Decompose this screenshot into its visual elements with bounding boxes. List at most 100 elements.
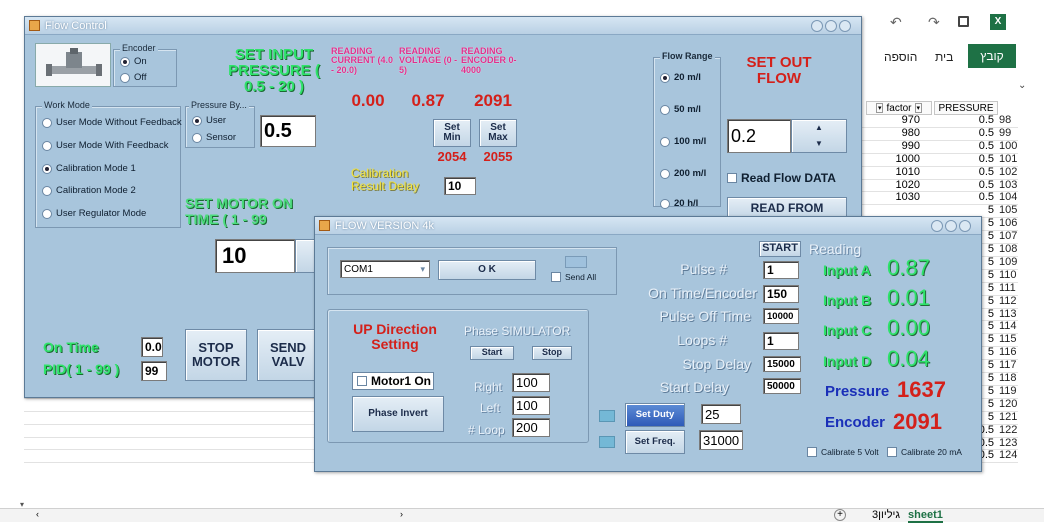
pressure-input[interactable]: 0.5 — [260, 115, 316, 147]
cell-factor[interactable]: 980 — [880, 127, 920, 139]
cell-pressure[interactable]: 0.5 — [950, 114, 994, 126]
column-header-factor[interactable]: ▾ factor ▾ — [866, 101, 932, 115]
close-icon[interactable] — [959, 220, 971, 232]
calibrate-5v-checkbox[interactable]: Calibrate 5 Volt — [807, 447, 879, 457]
row-number[interactable]: 113 — [999, 308, 1021, 320]
mode-user-with-feedback-radio[interactable]: User Mode With Feedback — [42, 140, 168, 151]
row-number[interactable]: 111 — [999, 282, 1021, 294]
cell-pressure[interactable]: 0.5 — [950, 191, 994, 203]
row-number[interactable]: 107 — [999, 230, 1021, 242]
start-delay-input[interactable]: 50000 — [763, 378, 801, 394]
flow-range-100ml-radio[interactable]: 100 m/l — [660, 136, 706, 147]
cell-pressure[interactable]: 0.5 — [950, 140, 994, 152]
filter-icon[interactable]: ▾ — [914, 103, 923, 113]
freq-input[interactable]: 31000 — [699, 430, 743, 450]
maximize-icon[interactable] — [945, 220, 957, 232]
excel-tab-insert[interactable]: הוספה — [884, 50, 917, 64]
cell-pressure[interactable]: 0.5 — [950, 127, 994, 139]
stop-motor-button[interactable]: STOP MOTOR — [185, 329, 247, 381]
cell-factor[interactable]: 990 — [880, 140, 920, 152]
pulse-off-time-input[interactable]: 10000 — [763, 308, 799, 324]
flow-range-20ml-radio[interactable]: 20 m/l — [660, 72, 701, 83]
row-number[interactable]: 123 — [999, 437, 1021, 449]
undo-icon[interactable]: ↶ — [890, 14, 902, 31]
close-icon[interactable] — [839, 20, 851, 32]
ok-button[interactable]: O K — [438, 260, 536, 280]
send-all-checkbox[interactable]: Send All — [551, 272, 596, 282]
cell-factor[interactable]: 1030 — [880, 191, 920, 203]
row-number[interactable]: 99 — [999, 127, 1021, 139]
row-number[interactable]: 112 — [999, 295, 1021, 307]
flow-range-20hl-radio[interactable]: 20 h/l — [660, 198, 698, 209]
cell-pressure[interactable]: 5 — [950, 204, 994, 216]
pid-input[interactable]: 99 — [141, 361, 167, 381]
sim-stop-button[interactable]: Stop — [532, 346, 572, 360]
motor1-on-checkbox[interactable]: Motor1 On — [352, 372, 434, 390]
minimize-icon[interactable] — [811, 20, 823, 32]
row-number[interactable]: 100 — [999, 140, 1021, 152]
cell-factor[interactable]: 1020 — [880, 179, 920, 191]
row-number[interactable]: 103 — [999, 179, 1021, 191]
pressure-by-user-radio[interactable]: User — [192, 115, 226, 126]
maximize-icon[interactable] — [825, 20, 837, 32]
cell-pressure[interactable]: 0.5 — [950, 166, 994, 178]
encoder-on-radio[interactable]: On — [120, 56, 147, 67]
pressure-by-sensor-radio[interactable]: Sensor — [192, 132, 236, 143]
row-number[interactable]: 119 — [999, 385, 1021, 397]
scroll-left-icon[interactable]: ‹ — [36, 509, 39, 519]
row-number[interactable]: 101 — [999, 153, 1021, 165]
calibration-result-delay-input[interactable]: 10 — [444, 177, 476, 195]
send-valve-button[interactable]: SEND VALV — [257, 329, 319, 381]
row-number[interactable]: 108 — [999, 243, 1021, 255]
vertical-scroll-down-icon[interactable]: ▾ — [20, 500, 24, 509]
row-number[interactable]: 114 — [999, 320, 1021, 332]
column-header-pressure[interactable]: PRESSURE — [934, 101, 998, 115]
mode-user-regulator-radio[interactable]: User Regulator Mode — [42, 208, 146, 219]
row-number[interactable]: 120 — [999, 398, 1021, 410]
set-duty-button[interactable]: Set Duty — [625, 403, 685, 427]
title-bar[interactable]: Flow Control — [25, 17, 861, 35]
row-number[interactable]: 117 — [999, 359, 1021, 371]
dropdown-icon[interactable]: ▾ — [420, 264, 425, 275]
on-time-input[interactable]: 0.0 — [141, 337, 163, 357]
loops-input[interactable]: 1 — [763, 332, 799, 350]
ribbon-collapse-icon[interactable]: ⌄ — [1018, 80, 1026, 91]
set-freq-button[interactable]: Set Freq. — [625, 430, 685, 454]
cell-factor[interactable]: 1010 — [880, 166, 920, 178]
stop-delay-input[interactable]: 15000 — [763, 356, 801, 372]
excel-tab-home[interactable]: בית — [935, 50, 953, 64]
row-number[interactable]: 98 — [999, 114, 1021, 126]
com-port-select[interactable]: COM1 ▾ — [340, 260, 430, 278]
row-number[interactable]: 115 — [999, 333, 1021, 345]
mode-user-without-feedback-radio[interactable]: User Mode Without Feedback — [42, 117, 182, 128]
row-number[interactable]: 122 — [999, 424, 1021, 436]
sheet-tab-sheet3[interactable]: גיליון3 — [872, 509, 900, 521]
out-flow-input[interactable]: 0.2 — [727, 119, 791, 153]
title-bar[interactable]: FLOW VERSION 4k — [315, 217, 981, 235]
phase-invert-button[interactable]: Phase Invert — [352, 396, 444, 432]
start-button[interactable]: START — [759, 241, 801, 257]
right-input[interactable]: 100 — [512, 373, 550, 392]
save-icon[interactable] — [958, 16, 969, 27]
spin-down-icon[interactable]: ▼ — [815, 139, 823, 148]
on-time-encoder-input[interactable]: 150 — [763, 285, 799, 303]
mode-calibration-2-radio[interactable]: Calibration Mode 2 — [42, 185, 136, 196]
set-min-button[interactable]: Set Min — [433, 119, 471, 147]
motor-on-time-input[interactable]: 10 — [215, 239, 295, 273]
minimize-icon[interactable] — [931, 220, 943, 232]
duty-input[interactable]: 25 — [701, 404, 741, 424]
cell-pressure[interactable]: 0.5 — [950, 179, 994, 191]
flow-range-200ml-radio[interactable]: 200 m/l — [660, 168, 706, 179]
row-number[interactable]: 116 — [999, 346, 1021, 358]
sim-start-button[interactable]: Start — [470, 346, 514, 360]
row-number[interactable]: 105 — [999, 204, 1021, 216]
spin-up-icon[interactable]: ▲ — [815, 123, 823, 132]
left-input[interactable]: 100 — [512, 396, 550, 415]
redo-icon[interactable]: ↷ — [928, 14, 940, 31]
row-number[interactable]: 104 — [999, 191, 1021, 203]
cell-factor[interactable]: 970 — [880, 114, 920, 126]
row-number[interactable]: 118 — [999, 372, 1021, 384]
row-number[interactable]: 102 — [999, 166, 1021, 178]
cell-pressure[interactable]: 0.5 — [950, 153, 994, 165]
calibrate-20ma-checkbox[interactable]: Calibrate 20 mA — [887, 447, 962, 457]
